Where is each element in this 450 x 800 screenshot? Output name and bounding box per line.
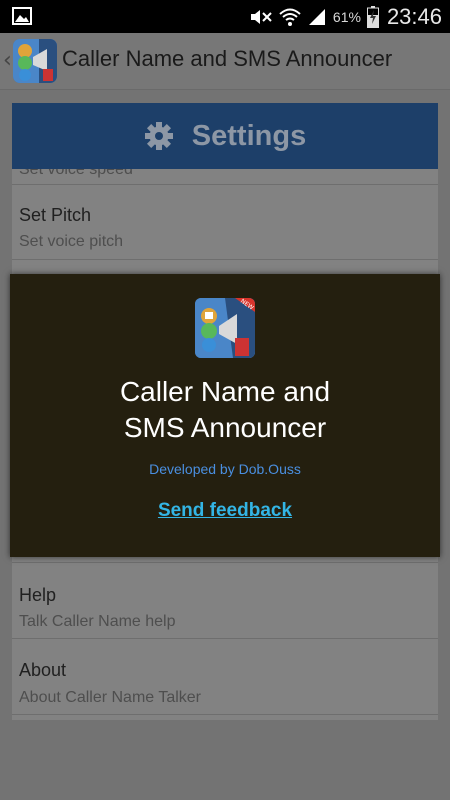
action-bar: ‹ Caller Name and SMS Announcer [0,33,450,90]
status-bar: 61% 23:46 [0,0,450,33]
mute-icon [250,9,272,24]
about-dialog: NEW Caller Name and SMS Announcer Develo… [10,274,440,557]
pref-about[interactable]: About About Caller Name Talker [12,639,438,715]
wifi-icon [279,8,301,26]
battery-percent: 61% [332,8,361,25]
pref-summary: Set voice pitch [19,233,124,250]
pref-voice-speed[interactable]: Set voice speed [12,169,438,185]
pref-title: About [19,660,67,680]
app-name-line-2: SMS Announcer [123,412,327,443]
app-logo: NEW [195,298,255,358]
clock: 23:46 [386,3,442,29]
gear-icon [144,122,173,150]
pref-summary: Talk Caller Name help [19,613,176,630]
pref-summary: Set voice speed [19,169,133,178]
battery-charging-icon [366,5,379,28]
app-name-line-1: Caller Name and [119,376,331,407]
back-chevron-icon[interactable]: ‹ [3,48,12,73]
send-feedback-link[interactable]: Send feedback [10,500,440,522]
app-icon[interactable] [13,39,57,83]
settings-header: Settings [12,103,438,169]
pref-help[interactable]: Help Talk Caller Name help [12,563,438,639]
signal-icon [308,8,325,25]
dialog-app-name: Caller Name and SMS Announcer [10,374,440,446]
pref-title: Help [19,585,57,605]
app-title: Caller Name and SMS Announcer [62,46,393,71]
pref-summary: About Caller Name Talker [19,689,202,706]
developer-credit: Developed by Dob.Ouss [149,461,301,477]
settings-title: Settings [191,119,307,152]
pref-title: Set Pitch [19,205,92,225]
pref-set-pitch[interactable]: Set Pitch Set voice pitch [12,185,438,260]
gallery-icon [12,7,32,25]
